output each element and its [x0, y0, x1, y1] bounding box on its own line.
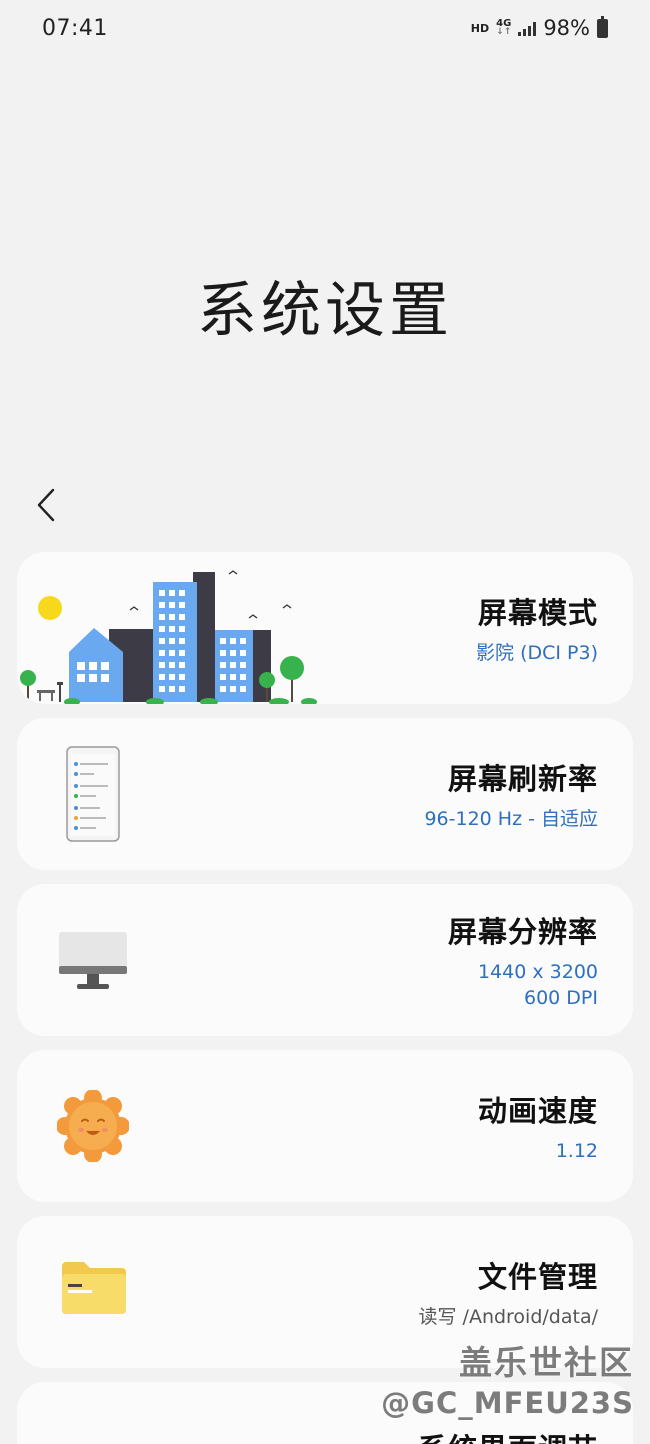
screen-mode-card[interactable]: 屏幕模式 影院 (DCI P3)	[17, 552, 633, 704]
animation-speed-card[interactable]: 动画速度 1.12	[17, 1050, 633, 1202]
monitor-icon	[59, 932, 127, 989]
file-management-value: 读写 /Android/data/	[418, 1306, 599, 1328]
refresh-rate-card[interactable]: 屏幕刷新率 96-120 Hz - 自适应	[17, 718, 633, 870]
watermark-handle: @GC_MFEU23S	[381, 1386, 634, 1420]
phone-icon	[66, 746, 120, 842]
animation-speed-text: 动画速度 1.12	[478, 1050, 598, 1202]
sun-icon	[57, 1090, 129, 1162]
network-4g-icon: 4G ↓↑	[496, 19, 511, 37]
animation-speed-value: 1.12	[555, 1140, 598, 1162]
page-title: 系统设置	[197, 276, 453, 346]
screen-mode-value: 影院 (DCI P3)	[476, 642, 598, 664]
resolution-title: 屏幕分辨率	[447, 915, 598, 949]
refresh-rate-title: 屏幕刷新率	[447, 762, 598, 796]
folder-icon	[62, 1262, 126, 1314]
city-illustration-icon	[20, 570, 317, 704]
refresh-rate-value: 96-120 Hz - 自适应	[424, 808, 598, 830]
watermark-community: 盖乐世社区	[459, 1343, 634, 1382]
resolution-text: 屏幕分辨率 1440 x 3200 600 DPI	[448, 884, 598, 1036]
status-bar: 07:41 HD 4G ↓↑ 98%	[0, 0, 650, 56]
animation-speed-title: 动画速度	[477, 1094, 598, 1128]
status-time: 07:41	[42, 15, 108, 41]
hd-icon: HD	[470, 21, 490, 35]
battery-icon	[597, 15, 608, 38]
dpi-value: 600 DPI	[524, 987, 598, 1009]
screen-mode-text: 屏幕模式 影院 (DCI P3)	[476, 552, 598, 704]
system-ui-text: 系统界面调节	[418, 1426, 598, 1444]
chevron-left-icon	[37, 488, 55, 522]
screen-mode-title: 屏幕模式	[477, 596, 598, 630]
refresh-rate-text: 屏幕刷新率 96-120 Hz - 自适应	[424, 718, 598, 870]
status-icons: HD 4G ↓↑ 98%	[470, 15, 608, 40]
data-arrows-icon: ↓↑	[496, 27, 512, 37]
file-management-title: 文件管理	[477, 1260, 598, 1294]
battery-percent: 98%	[543, 16, 590, 40]
signal-icon	[518, 20, 537, 36]
resolution-card[interactable]: 屏幕分辨率 1440 x 3200 600 DPI	[17, 884, 633, 1036]
system-ui-title: 系统界面调节	[418, 1432, 598, 1444]
back-button[interactable]	[28, 484, 64, 526]
resolution-value: 1440 x 3200	[477, 961, 598, 983]
